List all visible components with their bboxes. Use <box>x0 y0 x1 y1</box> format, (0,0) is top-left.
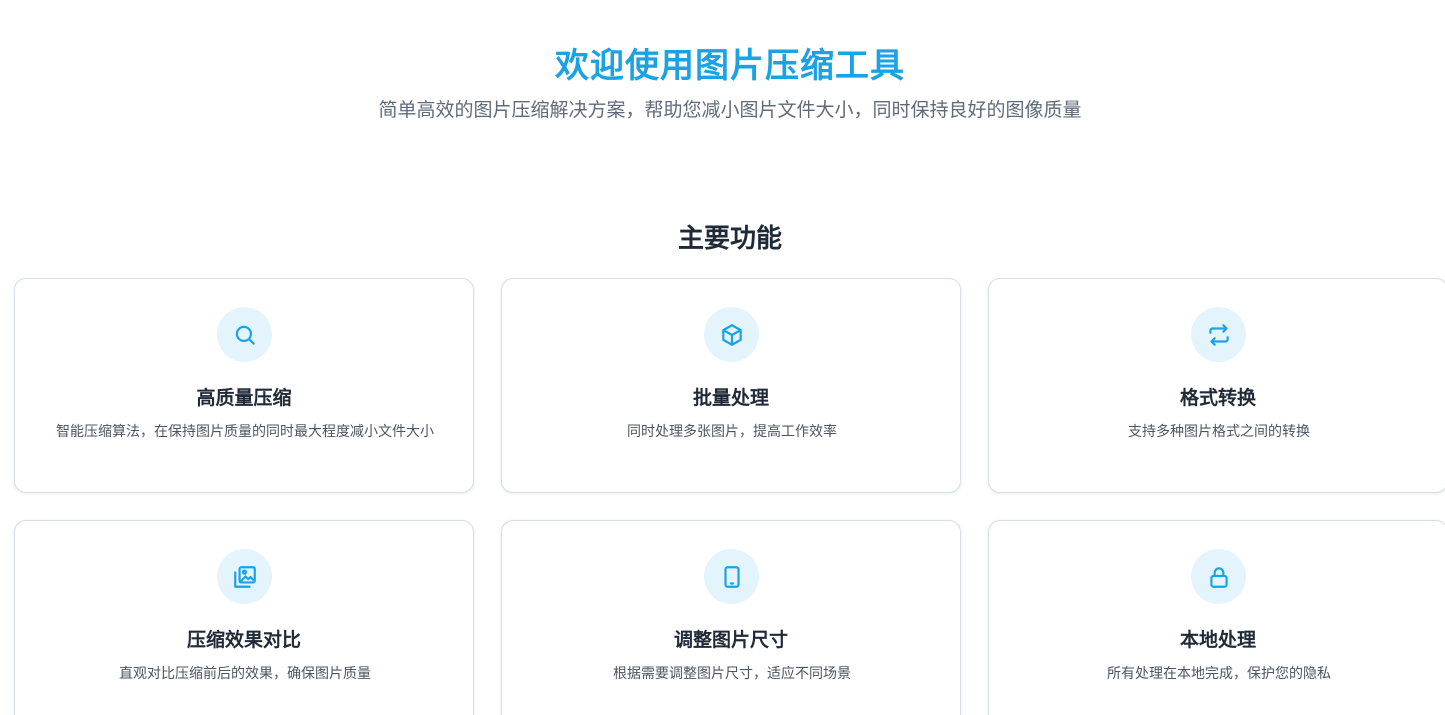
feature-title: 高质量压缩 <box>196 387 292 409</box>
feature-title: 批量处理 <box>692 387 769 409</box>
feature-title: 调整图片尺寸 <box>673 629 788 651</box>
feature-card-high-quality: 高质量压缩 智能压缩算法，在保持图片质量的同时最大程度减小文件大小 <box>14 278 474 493</box>
search-icon <box>217 307 272 362</box>
feature-title: 压缩效果对比 <box>186 629 301 651</box>
lock-icon <box>1191 549 1246 604</box>
feature-card-local: 本地处理 所有处理在本地完成，保护您的隐私 <box>988 520 1445 715</box>
hero-title: 欢迎使用图片压缩工具 <box>555 46 905 86</box>
feature-description: 根据需要调整图片尺寸，适应不同场景 <box>613 666 851 682</box>
feature-card-compare: 压缩效果对比 直观对比压缩前后的效果，确保图片质量 <box>14 520 474 715</box>
hero-subtitle: 简单高效的图片压缩解决方案，帮助您减小图片文件大小，同时保持良好的图像质量 <box>378 99 1082 121</box>
tablet-icon <box>704 549 759 604</box>
feature-description: 智能压缩算法，在保持图片质量的同时最大程度减小文件大小 <box>56 424 434 440</box>
feature-description: 所有处理在本地完成，保护您的隐私 <box>1107 666 1331 682</box>
feature-card-format: 格式转换 支持多种图片格式之间的转换 <box>988 278 1445 493</box>
image-compare-icon <box>217 549 272 604</box>
features-section-title: 主要功能 <box>677 224 782 254</box>
feature-title: 本地处理 <box>1179 629 1256 651</box>
feature-description: 同时处理多张图片，提高工作效率 <box>627 424 837 440</box>
feature-description: 支持多种图片格式之间的转换 <box>1128 424 1310 440</box>
feature-card-resize: 调整图片尺寸 根据需要调整图片尺寸，适应不同场景 <box>501 520 961 715</box>
page: 欢迎使用图片压缩工具 简单高效的图片压缩解决方案，帮助您减小图片文件大小，同时保… <box>0 0 1445 715</box>
box-icon <box>704 307 759 362</box>
feature-description: 直观对比压缩前后的效果，确保图片质量 <box>119 666 371 682</box>
swap-icon <box>1191 307 1246 362</box>
feature-title: 格式转换 <box>1179 387 1256 409</box>
feature-card-batch: 批量处理 同时处理多张图片，提高工作效率 <box>501 278 961 493</box>
